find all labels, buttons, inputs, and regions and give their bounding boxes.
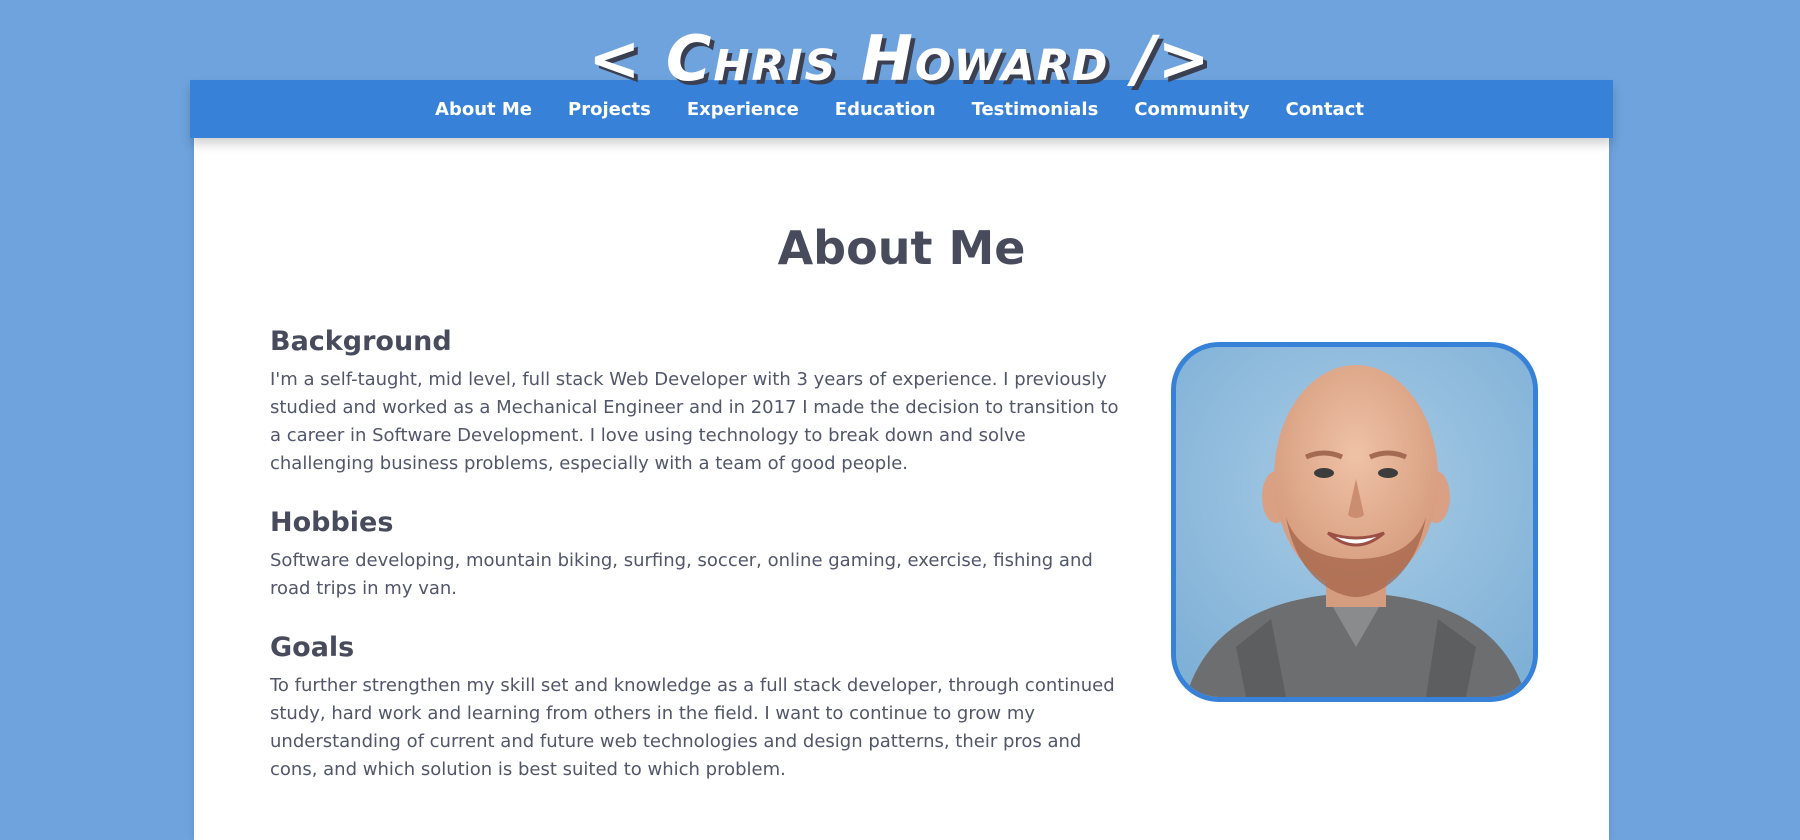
background-heading: Background <box>270 326 452 357</box>
hobbies-heading: Hobbies <box>270 507 394 538</box>
page-title: About Me <box>777 221 1026 275</box>
site-title: < Chris Howard /> <box>588 22 1212 95</box>
about-card: About Me Background I'm a self-taught, m… <box>194 138 1609 840</box>
hobbies-text: Software developing, mountain biking, su… <box>270 550 1093 599</box>
profile-photo <box>1171 342 1538 702</box>
about-content: Background I'm a self-taught, mid level,… <box>270 324 1120 811</box>
goals-heading: Goals <box>270 632 355 663</box>
background-text: I'm a self-taught, mid level, full stack… <box>270 369 1119 474</box>
goals-text: To further strengthen my skill set and k… <box>270 675 1115 780</box>
portrait-image <box>1176 347 1533 697</box>
